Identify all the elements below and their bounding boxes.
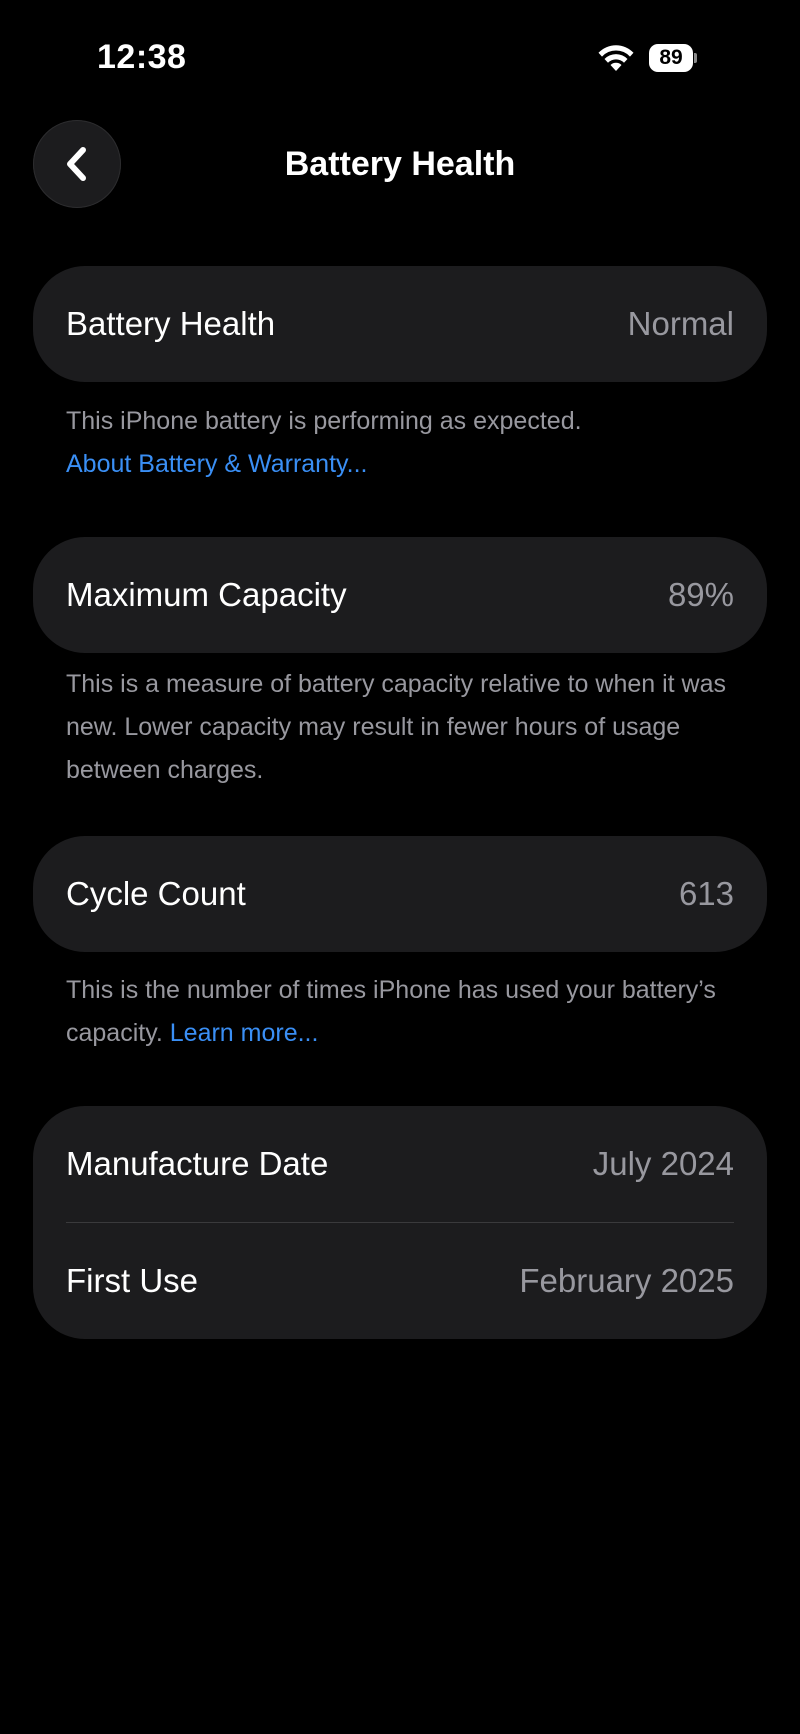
cycle-count-value: 613 <box>678 875 734 912</box>
battery-health-card: Battery Health Normal <box>33 266 767 382</box>
battery-health-label: Battery Health <box>66 305 276 342</box>
battery-health-value: Normal <box>627 305 734 342</box>
battery-health-row: Battery Health Normal <box>33 266 767 382</box>
about-battery-warranty-link[interactable]: About Battery & Warranty... <box>66 443 756 486</box>
first-use-value: February 2025 <box>519 1262 734 1299</box>
manufacture-date-row: Manufacture Date July 2024 <box>33 1106 767 1222</box>
page-title: Battery Health <box>284 145 516 183</box>
cycle-count-description: This is the number of times iPhone has u… <box>66 976 716 1047</box>
cycle-count-note: This is the number of times iPhone has u… <box>66 969 756 1055</box>
cycle-count-label: Cycle Count <box>66 875 246 912</box>
maximum-capacity-value: 89% <box>667 576 734 613</box>
first-use-row: First Use February 2025 <box>33 1223 767 1339</box>
battery-health-description: This iPhone battery is performing as exp… <box>66 407 582 435</box>
maximum-capacity-card: Maximum Capacity 89% <box>33 537 767 653</box>
dates-card: Manufacture Date July 2024 First Use Feb… <box>33 1106 767 1339</box>
cycle-count-row: Cycle Count 613 <box>33 836 767 952</box>
status-bar: 12:38 89 <box>0 0 800 120</box>
battery-level: 89 <box>659 46 683 69</box>
maximum-capacity-row: Maximum Capacity 89% <box>33 537 767 653</box>
manufacture-date-value: July 2024 <box>592 1145 734 1182</box>
learn-more-link[interactable]: Learn more... <box>170 1019 319 1047</box>
maximum-capacity-label: Maximum Capacity <box>66 576 347 613</box>
battery-health-note: This iPhone battery is performing as exp… <box>66 400 756 486</box>
cycle-count-card: Cycle Count 613 <box>33 836 767 952</box>
battery-icon: 89 <box>649 44 697 72</box>
maximum-capacity-note: This is a measure of battery capacity re… <box>66 670 727 784</box>
wifi-icon <box>598 45 634 71</box>
first-use-label: First Use <box>66 1262 198 1299</box>
status-time: 12:38 <box>97 38 187 76</box>
manufacture-date-label: Manufacture Date <box>66 1145 329 1182</box>
